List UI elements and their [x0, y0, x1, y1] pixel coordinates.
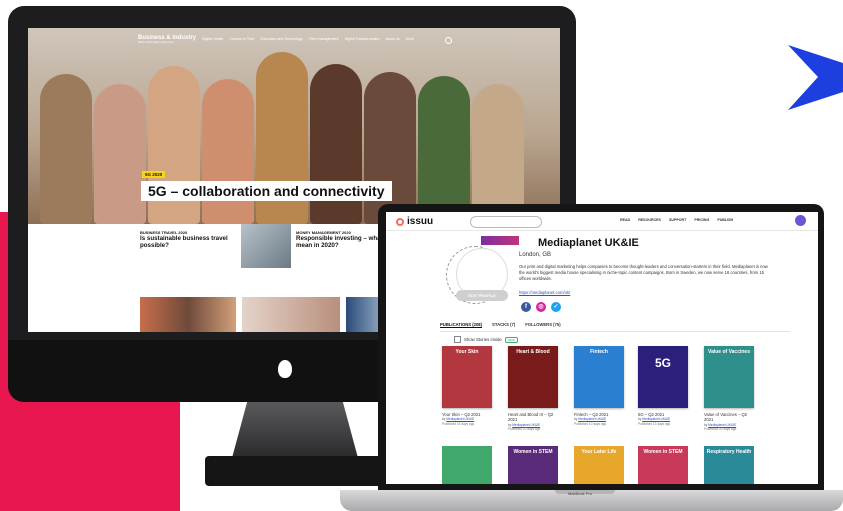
macbook-screen: issuu READ RESOURCES SUPPORT PRICING PUB… — [386, 212, 818, 484]
article-title[interactable]: Is sustainable business travel possible? — [140, 235, 250, 250]
facebook-icon[interactable]: f — [521, 302, 531, 312]
hero-title[interactable]: 5G – collaboration and connectivity — [141, 181, 392, 201]
publication-title[interactable]: Value of Vaccines – Q2 2021 — [704, 412, 754, 423]
publication-cover[interactable]: Fintech — [574, 346, 624, 408]
hero-tag[interactable]: 5G 2020 — [142, 171, 166, 178]
new-badge: NEW — [504, 336, 518, 343]
show-stories-label: Show Stories inside — [464, 337, 502, 342]
publication-date: Published 10 days ago — [508, 427, 541, 432]
publication-cover[interactable]: Respiratory Health — [704, 446, 754, 484]
menu-publish[interactable]: PUBLISH — [717, 218, 733, 222]
menu-pricing[interactable]: PRICING — [694, 218, 709, 222]
publication-cover[interactable] — [442, 446, 492, 484]
publication-date: Published 15 days ago — [442, 421, 475, 426]
publication-cover[interactable]: Value of Vaccines — [704, 346, 754, 408]
hero-image: Business & Industry More information and… — [28, 28, 560, 224]
publication-date: Published 13 days ago — [638, 421, 671, 426]
article-card[interactable]: BUSINESS TRAVEL 2020 Is sustainable busi… — [140, 230, 250, 250]
story-thumbnail[interactable] — [242, 297, 340, 332]
hero-person — [472, 84, 524, 224]
publication-card[interactable]: Fintech Fintech – Q2 2021 by Mediaplanet… — [574, 346, 624, 426]
menu-support[interactable]: SUPPORT — [669, 218, 686, 222]
publication-cover[interactable]: 5G — [638, 346, 688, 408]
publication-date: Published 10 days ago — [574, 421, 607, 426]
hero-person — [202, 79, 254, 224]
hero-person — [364, 72, 416, 224]
avatar[interactable] — [795, 215, 806, 226]
menu-read[interactable]: READ — [620, 218, 630, 222]
hero-person — [418, 76, 470, 224]
publication-cover[interactable]: Women in STEM — [508, 446, 558, 484]
nav-link-more[interactable]: More — [406, 37, 414, 41]
publication-card[interactable]: Your Skin Your Skin – Q2 2021 by Mediapl… — [442, 346, 492, 426]
hero-person — [94, 84, 146, 224]
issuu-logo[interactable]: issuu — [396, 216, 433, 227]
profile-cover-swatch — [481, 236, 519, 245]
nav-link-fleet[interactable]: Fleet management — [309, 37, 339, 41]
profile-location: London, GB — [519, 252, 552, 258]
edit-profile-button[interactable]: EDIT PROFILE — [456, 290, 508, 301]
nav-link-careers[interactable]: Careers in Tech — [229, 37, 254, 41]
profile-name: Mediaplanet UK&IE — [538, 237, 639, 249]
apple-logo-icon — [278, 360, 292, 378]
imac-stand-base — [205, 456, 393, 486]
menu-resources[interactable]: RESOURCES — [638, 218, 661, 222]
hero-person — [40, 74, 92, 224]
issuu-logo-icon — [396, 217, 404, 226]
profile-tabs: PUBLICATIONS (208) STACKS (7) FOLLOWERS … — [440, 322, 790, 332]
publication-cover[interactable]: Women in STEM — [638, 446, 688, 484]
nav-link-education[interactable]: Education and Technology — [261, 37, 303, 41]
publication-cover[interactable]: Your Skin — [442, 346, 492, 408]
nav-link-digital-transformation[interactable]: Digital Transformation — [345, 37, 380, 41]
publication-card[interactable]: 5G 5G – Q2 2021 by Mediaplanet UK&IE Pub… — [638, 346, 688, 426]
macbook-model-label: MacBook Pro — [568, 491, 593, 496]
publication-date: Published 20 days ago — [704, 427, 737, 432]
article-thumbnail[interactable] — [241, 224, 291, 268]
search-icon[interactable] — [445, 37, 452, 44]
profile-url[interactable]: https://mediaplanet.com/uk/ — [519, 290, 570, 295]
site-navbar: Business & Industry More information and… — [28, 28, 560, 50]
publication-cover[interactable]: Heart & Blood — [508, 346, 558, 408]
social-links: f ◎ ✓ — [521, 302, 561, 312]
instagram-icon[interactable]: ◎ — [536, 302, 546, 312]
tab-followers[interactable]: FOLLOWERS (75) — [525, 322, 560, 328]
issuu-navbar: issuu READ RESOURCES SUPPORT PRICING PUB… — [386, 212, 818, 231]
publication-title[interactable]: Heart and Blood III – Q2 2021 — [508, 412, 558, 423]
twitter-icon[interactable]: ✓ — [551, 302, 561, 312]
publication-cover[interactable]: Your Later Life — [574, 446, 624, 484]
publication-card[interactable]: Heart & Blood Heart and Blood III – Q2 2… — [508, 346, 558, 431]
show-stories-toggle[interactable]: Show Stories inside NEW — [454, 336, 518, 343]
chevron-decoration-icon — [788, 45, 843, 110]
site-brand[interactable]: Business & Industry More information and… — [138, 35, 196, 44]
checkbox[interactable] — [454, 336, 461, 343]
tab-stacks[interactable]: STACKS (7) — [492, 322, 515, 328]
imac-stand — [232, 402, 358, 458]
profile-description: Our print and digital marketing helps co… — [519, 264, 768, 282]
story-thumbnail[interactable] — [140, 297, 236, 332]
publication-card[interactable]: Value of Vaccines Value of Vaccines – Q2… — [704, 346, 754, 431]
issuu-menu: READ RESOURCES SUPPORT PRICING PUBLISH — [620, 218, 733, 222]
nav-link-digital-health[interactable]: Digital Health — [202, 37, 223, 41]
search-input[interactable] — [470, 216, 542, 228]
nav-link-about[interactable]: About us — [386, 37, 400, 41]
tab-publications[interactable]: PUBLICATIONS (208) — [440, 322, 483, 328]
